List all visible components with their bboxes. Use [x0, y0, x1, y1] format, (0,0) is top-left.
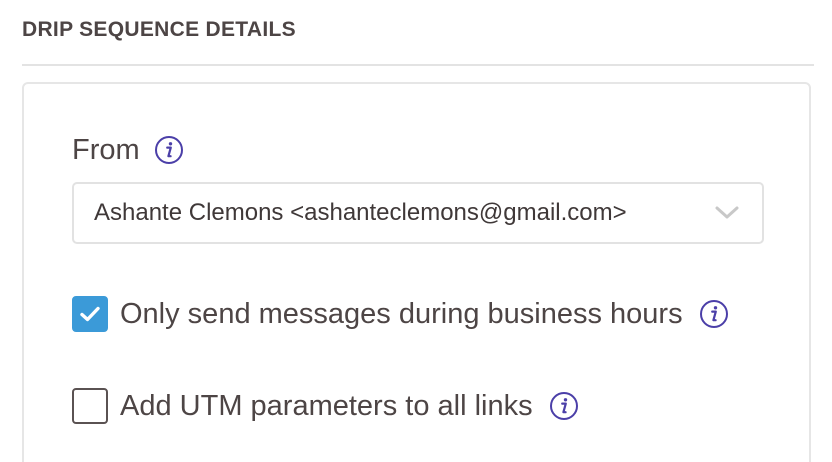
chevron-down-icon — [715, 206, 739, 219]
from-label: From — [72, 133, 140, 166]
section-title: DRIP SEQUENCE DETAILS — [22, 18, 296, 41]
section-divider — [22, 64, 814, 66]
from-info-icon[interactable] — [154, 135, 184, 165]
business-hours-info-icon[interactable] — [699, 299, 729, 329]
utm-parameters-label[interactable]: Add UTM parameters to all links — [120, 390, 533, 423]
business-hours-label[interactable]: Only send messages during business hours — [120, 298, 683, 331]
checkmark-icon — [80, 306, 100, 322]
drip-sequence-details-panel: DRIP SEQUENCE DETAILS From Ashante Clemo… — [0, 0, 832, 462]
business-hours-checkbox[interactable] — [72, 296, 108, 332]
utm-parameters-option[interactable]: Add UTM parameters to all links — [72, 386, 579, 426]
from-select-value: Ashante Clemons <ashanteclemons@gmail.co… — [94, 199, 627, 226]
utm-parameters-checkbox[interactable] — [72, 388, 108, 424]
from-field-header: From — [72, 130, 184, 170]
business-hours-option[interactable]: Only send messages during business hours — [72, 294, 729, 334]
from-select[interactable]: Ashante Clemons <ashanteclemons@gmail.co… — [72, 182, 764, 244]
utm-parameters-info-icon[interactable] — [549, 391, 579, 421]
